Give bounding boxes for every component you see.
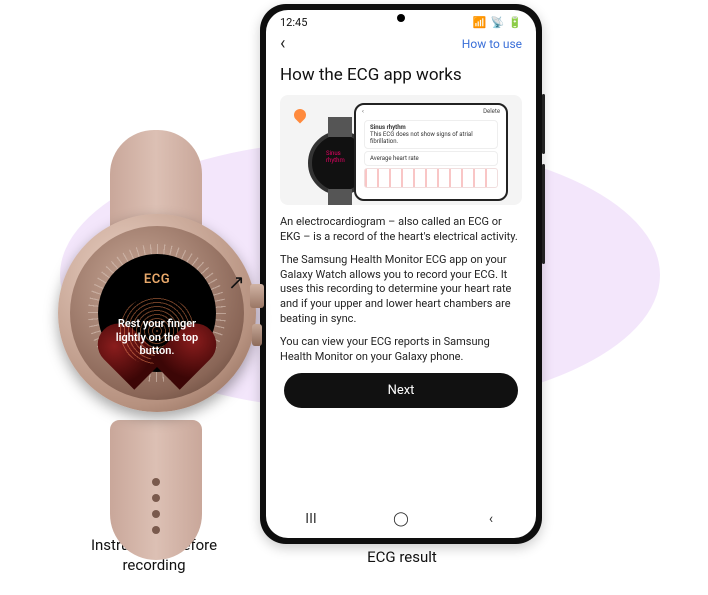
caption-phone: ECG result <box>342 548 462 566</box>
app-bar: ‹ How to use <box>266 31 536 61</box>
mini-delete-label: Delete <box>483 108 500 115</box>
mini-back-icon: ‹ <box>362 108 364 115</box>
watch-instruction-text: Rest your finger lightly on the top butt… <box>108 317 206 358</box>
watch-side-button[interactable] <box>252 324 262 346</box>
page-title: How the ECG app works <box>280 65 522 85</box>
front-camera <box>397 14 405 22</box>
signal-icon: 📶 <box>473 16 487 29</box>
nav-bar: III ◯ ‹ <box>266 504 536 538</box>
status-time: 12:45 <box>280 16 307 29</box>
paragraph-1: An electrocardiogram – also called an EC… <box>280 215 522 245</box>
phone-side-button-1 <box>542 94 545 154</box>
mini-card2-title: Average heart rate <box>370 155 419 162</box>
mini-card1-sub: This ECG does not show signs of atrial f… <box>370 131 492 145</box>
paragraph-2: The Samsung Health Monitor ECG app on yo… <box>280 253 522 327</box>
heart-icon <box>292 107 309 124</box>
ecg-title: ECG <box>98 272 216 287</box>
phone-frame: 12:45 📶 📡 🔋 ‹ How to use How the ECG app… <box>260 4 542 544</box>
mini-ecg-wave <box>364 168 498 188</box>
watch-crown[interactable] <box>250 284 264 308</box>
illustration-card: Sinusrhythm ‹Delete Sinus rhythmThis ECG… <box>280 95 522 205</box>
phone-screen: 12:45 📶 📡 🔋 ‹ How to use How the ECG app… <box>266 10 536 538</box>
how-to-use-link[interactable]: How to use <box>462 37 522 51</box>
wifi-icon: 📡 <box>491 16 505 29</box>
next-button[interactable]: Next <box>284 373 518 408</box>
watch-strap-bottom <box>110 420 202 560</box>
back-button[interactable]: ‹ <box>280 35 285 53</box>
watch-case: ECG Rest your finger lightly on the top … <box>58 214 256 412</box>
mini-card1-title: Sinus rhythm <box>370 124 406 131</box>
watch-assembly: ECG Rest your finger lightly on the top … <box>30 130 270 560</box>
watch-dial: ECG Rest your finger lightly on the top … <box>98 254 216 372</box>
nav-back-icon[interactable]: ‹ <box>482 510 500 528</box>
mini-phone-graphic: ‹ Delete Sinus rhythmThis ECG does not sh… <box>354 103 508 201</box>
paragraph-3: You can view your ECG reports in Samsung… <box>280 335 522 365</box>
recents-icon[interactable]: III <box>302 510 320 528</box>
battery-icon: 🔋 <box>508 16 522 29</box>
arrow-icon: ↗ <box>228 270 245 294</box>
content-area: How the ECG app works Sinusrhythm ‹Delet… <box>266 61 536 504</box>
watch-bezel: ECG Rest your finger lightly on the top … <box>70 226 244 400</box>
stage: 12:45 📶 📡 🔋 ‹ How to use How the ECG app… <box>0 0 708 595</box>
phone-side-button-2 <box>542 164 545 264</box>
home-icon[interactable]: ◯ <box>392 510 410 528</box>
